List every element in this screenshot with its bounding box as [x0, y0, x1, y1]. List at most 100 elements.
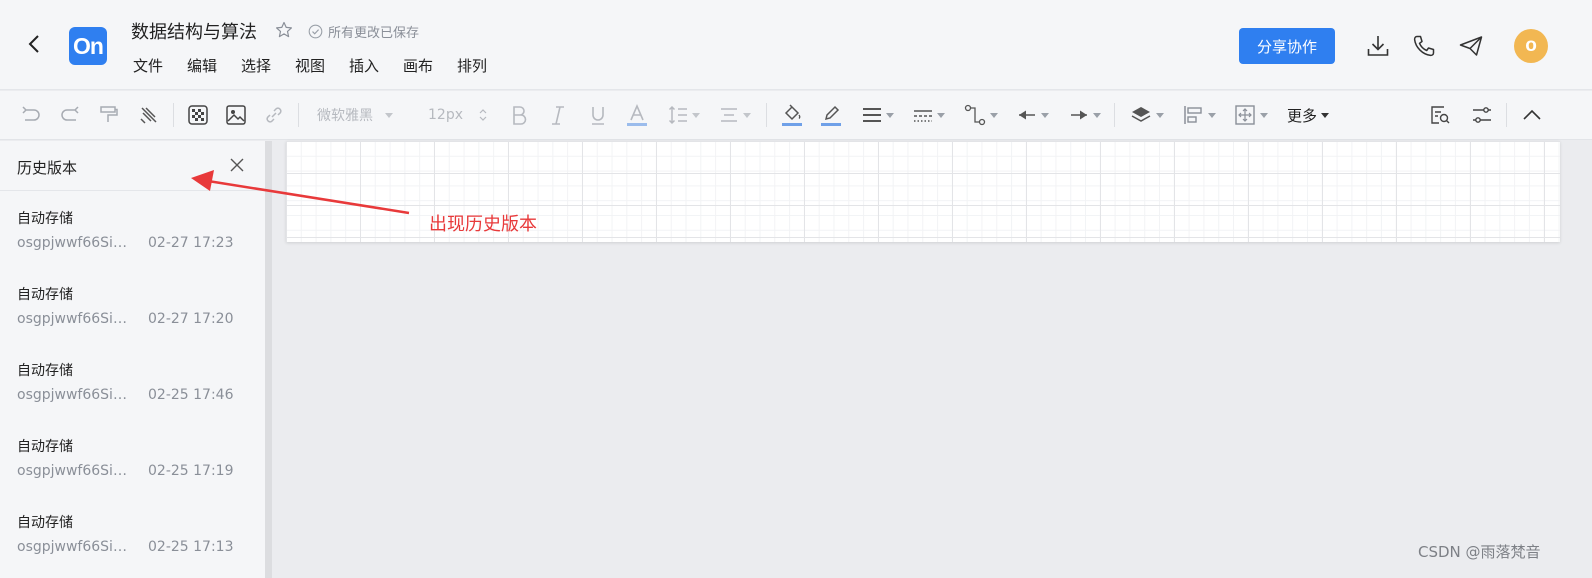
menu-view[interactable]: 视图	[295, 55, 349, 76]
version-label: 自动存储	[17, 363, 73, 379]
chevron-up-icon	[1523, 109, 1541, 120]
layer-order-select[interactable]	[1129, 102, 1165, 128]
image-icon	[226, 105, 246, 125]
insert-image-button[interactable]	[224, 102, 248, 128]
version-time: 02-27 17:20	[148, 311, 234, 327]
watermark: CSDN @雨落梵音	[1418, 543, 1541, 561]
version-time: 02-27 17:23	[148, 235, 234, 251]
caret-down-icon	[1041, 112, 1049, 118]
texture-fill-button[interactable]	[186, 102, 210, 128]
chevron-left-icon	[28, 35, 39, 53]
clear-format-icon	[140, 107, 157, 124]
distribute-select[interactable]	[1233, 102, 1269, 128]
menu-edit[interactable]: 编辑	[187, 55, 241, 76]
settings-panel-button[interactable]	[1470, 102, 1494, 128]
save-status-text: 所有更改已保存	[328, 26, 420, 41]
back-button[interactable]	[22, 32, 46, 56]
close-panel-button[interactable]	[228, 156, 246, 174]
end-arrow-select[interactable]	[1067, 102, 1103, 128]
close-icon	[230, 158, 244, 172]
format-painter-button[interactable]	[97, 102, 121, 128]
collapse-toolbar-button[interactable]	[1520, 102, 1544, 128]
more-tools-button[interactable]: 更多	[1284, 102, 1332, 128]
find-replace-button[interactable]	[1428, 102, 1452, 128]
panel-title: 历史版本	[17, 159, 78, 177]
download-icon	[1367, 36, 1389, 56]
align-left-icon	[1184, 106, 1202, 124]
text-align-select[interactable]	[717, 102, 753, 128]
menu-arrange[interactable]: 排列	[457, 55, 511, 76]
font-size-value: 12px	[428, 107, 463, 123]
line-color-button[interactable]	[819, 102, 843, 128]
star-icon	[276, 21, 292, 38]
align-select[interactable]	[1181, 102, 1217, 128]
menu-file[interactable]: 文件	[133, 55, 187, 76]
texture-icon	[188, 105, 208, 125]
paint-bucket-icon	[782, 104, 802, 126]
panel-resize-handle[interactable]	[265, 141, 272, 578]
favorite-star-button[interactable]	[274, 20, 294, 40]
version-label: 自动存储	[17, 439, 73, 455]
canvas-area[interactable]	[272, 141, 1592, 578]
caret-down-icon	[990, 112, 998, 118]
undo-button[interactable]	[19, 102, 43, 128]
sliders-icon	[1473, 107, 1491, 123]
menu-insert[interactable]: 插入	[349, 55, 403, 76]
menu-select[interactable]: 选择	[241, 55, 295, 76]
undo-icon	[22, 106, 40, 121]
redo-button[interactable]	[58, 102, 82, 128]
start-arrow-select[interactable]	[1015, 102, 1051, 128]
redo-icon	[61, 106, 79, 121]
connector-type-select[interactable]	[963, 102, 999, 128]
font-family-select[interactable]: 微软雅黑	[317, 102, 409, 128]
connector-icon	[964, 104, 986, 126]
version-item[interactable]: 自动存储 osgpjwwf66Sia... 02-27 17:23	[0, 191, 265, 267]
avatar-letter: o	[1525, 35, 1537, 56]
version-time: 02-25 17:19	[148, 463, 234, 479]
toolbar-divider	[1114, 103, 1115, 127]
clear-format-button[interactable]	[137, 102, 161, 128]
document-title[interactable]: 数据结构与算法	[131, 18, 257, 44]
insert-link-button[interactable]	[262, 102, 286, 128]
fill-color-button[interactable]	[780, 102, 804, 128]
font-size-stepper[interactable]: 12px	[428, 102, 490, 128]
line-height-select[interactable]	[666, 102, 702, 128]
bold-button[interactable]	[508, 102, 530, 128]
caret-down-icon	[1156, 112, 1164, 118]
version-label: 自动存储	[17, 515, 73, 531]
version-item[interactable]: 自动存储 osgpjwwf66Sia... 02-27 17:20	[0, 267, 265, 343]
search-document-icon	[1431, 106, 1450, 124]
version-item[interactable]: 自动存储 osgpjwwf66Sia... 02-25 17:19	[0, 419, 265, 495]
up-down-arrows-icon	[479, 109, 487, 121]
italic-icon	[552, 106, 564, 125]
download-button[interactable]	[1365, 33, 1391, 59]
app-header: On 数据结构与算法 所有更改已保存 文件 编辑 选择 视图 插入 画布 排列 …	[0, 0, 1592, 90]
call-button[interactable]	[1411, 33, 1437, 59]
link-icon	[266, 107, 282, 123]
version-label: 自动存储	[17, 287, 73, 303]
send-button[interactable]	[1458, 33, 1484, 59]
bold-icon	[513, 106, 527, 125]
dashed-line-icon	[914, 110, 932, 122]
share-collaborate-button[interactable]: 分享协作	[1239, 28, 1335, 64]
version-item[interactable]: 自动存储 osgpjwwf66Sia... 02-25 17:13	[0, 495, 265, 571]
font-color-button[interactable]	[626, 102, 648, 128]
user-avatar[interactable]: o	[1514, 29, 1548, 63]
font-color-icon	[627, 103, 647, 126]
logo-text: On	[73, 32, 104, 59]
underline-button[interactable]	[587, 102, 609, 128]
line-width-select[interactable]	[860, 102, 896, 128]
caret-down-icon	[1321, 112, 1329, 118]
line-style-select[interactable]	[911, 102, 947, 128]
caret-down-icon	[692, 112, 700, 118]
format-toolbar: 微软雅黑 12px 更多	[0, 91, 1592, 140]
toolbar-divider	[1506, 103, 1507, 127]
menu-canvas[interactable]: 画布	[403, 55, 457, 76]
caret-down-icon	[1093, 112, 1101, 118]
toolbar-divider	[766, 103, 767, 127]
version-time: 02-25 17:13	[148, 539, 234, 555]
version-item[interactable]: 自动存储 osgpjwwf66Sia... 02-25 17:46	[0, 343, 265, 419]
italic-button[interactable]	[547, 102, 569, 128]
line-width-icon	[863, 108, 881, 122]
layers-icon	[1131, 107, 1151, 122]
